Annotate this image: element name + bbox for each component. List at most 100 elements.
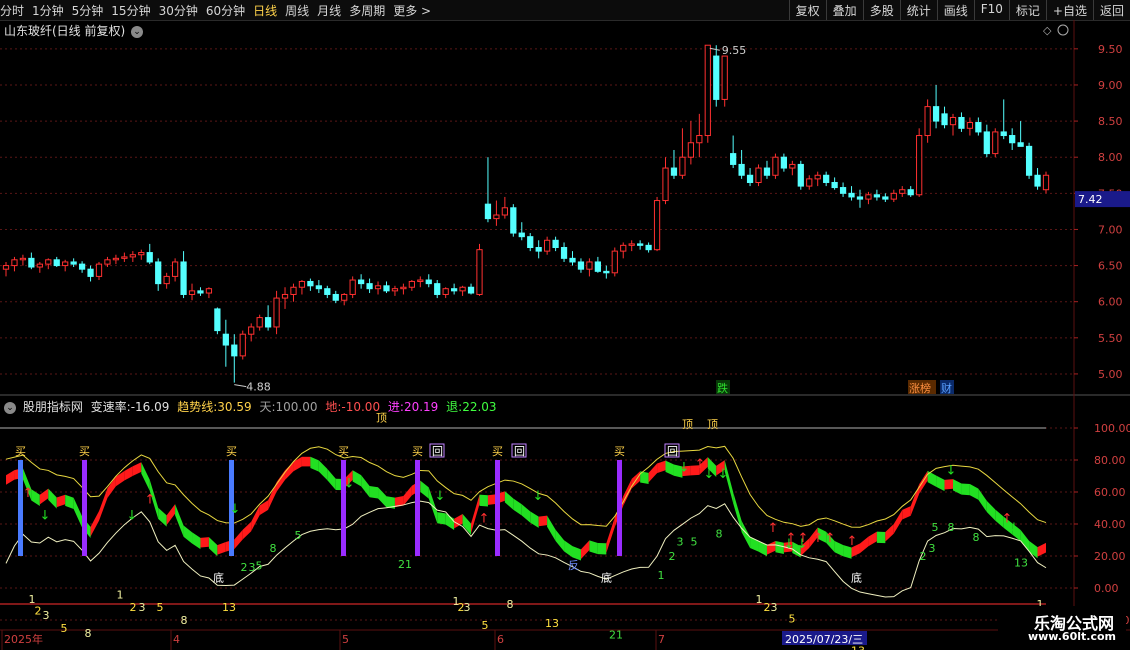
candle-body <box>873 194 881 198</box>
qsx-value: 30.59 <box>217 400 252 414</box>
counter-number: 1 <box>756 593 763 606</box>
toolbar-button[interactable]: 统计 <box>899 0 937 20</box>
trend-band-segment <box>665 460 674 476</box>
back-signal-box <box>429 443 445 458</box>
candle-body <box>366 283 373 290</box>
stock-title[interactable]: 山东玻纤(日线 前复权) ⌄ <box>4 22 144 39</box>
back-signal-box <box>664 443 680 458</box>
toolbar-button[interactable]: F10 <box>973 0 1009 20</box>
trend-band-segment <box>496 491 505 504</box>
period-tab[interactable]: 更多 > <box>393 4 431 18</box>
trend-band-segment <box>149 479 159 519</box>
chevron-down-icon[interactable]: ⌄ <box>131 25 144 38</box>
trend-band-segment <box>352 470 362 487</box>
candle-body <box>171 261 179 277</box>
period-tab[interactable]: 15分钟 <box>111 4 150 18</box>
trend-band-segment <box>614 496 624 528</box>
candle-body <box>899 189 906 194</box>
candle-body <box>966 122 974 129</box>
candle-body <box>713 55 720 100</box>
diamond-icon: ◇ <box>1043 24 1052 37</box>
trend-band-segment <box>158 507 167 527</box>
period-tab[interactable]: 5分钟 <box>72 4 104 18</box>
period-tab[interactable]: 多周期 <box>349 4 385 18</box>
period-tab[interactable]: 月线 <box>317 4 341 18</box>
chevron-down-icon[interactable]: ⌄ <box>4 401 16 414</box>
toolbar-button[interactable]: 复权 <box>788 0 826 20</box>
buy-signal-bar <box>341 460 346 556</box>
candle-body <box>738 163 745 176</box>
candle-body <box>256 317 263 328</box>
trend-band-segment <box>251 505 260 532</box>
trend-band-segment <box>487 494 497 505</box>
candle-body <box>180 261 187 295</box>
candle-body <box>11 259 18 267</box>
counter-number: 5 <box>932 521 939 534</box>
candle-body <box>324 288 331 295</box>
date-label: 7 <box>658 633 665 646</box>
trend-band-segment <box>758 540 767 557</box>
candle-body <box>434 283 441 295</box>
candle-body <box>1009 135 1016 144</box>
date-cursor-label: 2025/07/23/三 <box>785 633 863 646</box>
toolbar-button[interactable]: +自选 <box>1045 0 1093 20</box>
period-tab[interactable]: 30分钟 <box>159 4 198 18</box>
trend-band-segment <box>73 497 83 528</box>
up-arrow-icon: ↑ <box>798 531 809 546</box>
bottom-signal-label: 底 <box>851 571 862 585</box>
candle-body <box>112 257 120 261</box>
period-tab[interactable]: 分时 <box>0 4 24 18</box>
candle-body <box>391 288 399 292</box>
trend-band-segment <box>707 457 717 478</box>
down-arrow-icon: ↓ <box>40 508 51 523</box>
toolbar-button[interactable]: 返回 <box>1092 0 1130 20</box>
zhangbang-tag: 涨榜 <box>909 381 931 395</box>
counter-number: 8 <box>973 531 980 544</box>
trend-band-segment <box>141 462 150 491</box>
counter-number: 3 <box>43 609 50 622</box>
counter-number: 2 <box>764 601 771 614</box>
die-tag: 跌 <box>717 381 728 395</box>
candle-body <box>670 167 678 176</box>
candle-body <box>476 249 483 295</box>
counter-number: 8 <box>181 614 188 627</box>
candle-body <box>19 257 27 261</box>
toolbar-button[interactable]: 画线 <box>936 0 974 20</box>
trend-band-segment <box>335 478 345 491</box>
trend-band-segment <box>6 470 15 485</box>
period-tab[interactable]: 1分钟 <box>32 4 64 18</box>
candle-body <box>577 261 585 270</box>
counter-number: 21 <box>398 558 412 571</box>
low-marker-line <box>234 384 247 388</box>
trend-band-segment <box>39 488 49 505</box>
di-label: 地: <box>325 400 342 414</box>
trend-band-segment <box>462 514 472 535</box>
trend-band-segment <box>234 529 243 550</box>
candle-body <box>1042 174 1050 191</box>
buy-signal-bar <box>495 460 500 556</box>
trend-band-segment <box>1020 529 1030 553</box>
stock-name: 山东玻纤(日线 前复权) <box>4 24 126 38</box>
trend-band-segment <box>809 527 818 548</box>
period-tab[interactable]: 日线 <box>253 4 277 18</box>
candle-body <box>62 261 69 267</box>
toolbar-button[interactable]: 叠加 <box>825 0 863 20</box>
counter-number: 1 <box>658 569 665 582</box>
candle-body <box>400 286 407 290</box>
toolbar-button[interactable]: 标记 <box>1008 0 1046 20</box>
trend-line-yellow <box>5 445 1047 528</box>
trend-band-segment <box>733 492 742 533</box>
toolbar-button[interactable]: 多股 <box>862 0 900 20</box>
cai-tag-bg <box>940 380 954 394</box>
trend-band-segment <box>259 500 269 516</box>
trend-band-segment <box>606 517 615 553</box>
period-tab[interactable]: 周线 <box>285 4 309 18</box>
qsx-label: 趋势线: <box>177 400 218 414</box>
counter-number: 13 <box>545 617 559 630</box>
buy-signal-label: 买 <box>226 445 237 458</box>
price-tick-label: 8.00 <box>1098 151 1123 164</box>
candle-body <box>789 163 796 169</box>
candle-body <box>687 142 694 158</box>
period-tab[interactable]: 60分钟 <box>206 4 245 18</box>
up-arrow-icon: ↑ <box>145 492 156 507</box>
